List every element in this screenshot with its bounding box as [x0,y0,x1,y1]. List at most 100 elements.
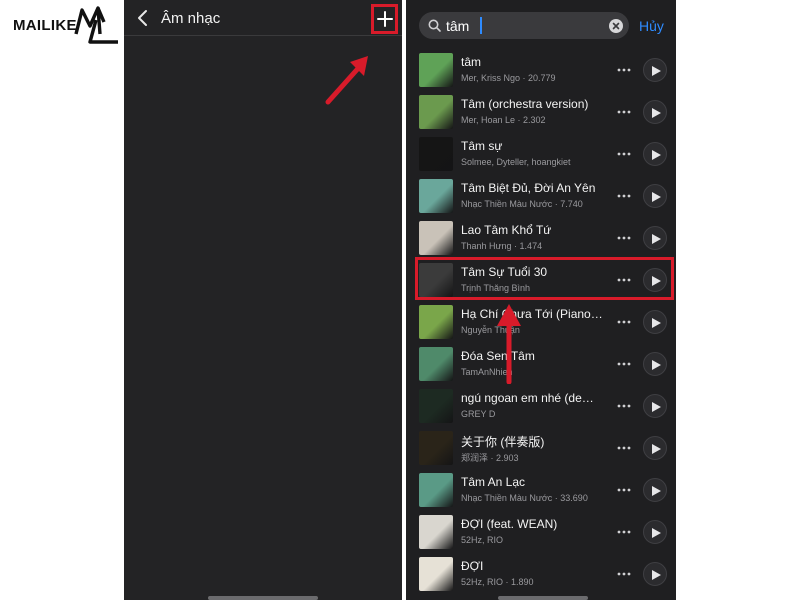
ellipsis-icon[interactable] [616,441,632,455]
ellipsis-icon[interactable] [616,399,632,413]
ellipsis-icon[interactable] [616,567,632,581]
album-art-thumbnail [419,221,453,255]
plus-icon[interactable] [377,11,393,27]
magnifier-icon [428,19,441,32]
play-icon [652,66,661,76]
song-artist-meta: Nhạc Thiền Màu Nước · 33.690 [461,493,588,503]
song-title: ngú ngoan em nhé (de… [461,391,594,405]
album-art-thumbnail [419,305,453,339]
song-row[interactable]: Tâm sự Solmee, Dyteller, hoangkiet [406,133,676,175]
album-art-thumbnail [419,473,453,507]
song-title: Lao Tâm Khổ Tứ [461,223,552,237]
play-icon [652,486,661,496]
play-button[interactable] [643,100,667,124]
home-indicator [208,596,318,600]
song-row[interactable]: Lao Tâm Khổ Tứ Thanh Hưng · 1.474 [406,217,676,259]
play-button[interactable] [643,394,667,418]
screenshot-canvas: MAILIKE Âm nhạc tâm Hủy tâm Mer, Kriss N… [0,0,800,600]
play-icon [652,318,661,328]
song-row[interactable]: tâm Mer, Kriss Ngo · 20.779 [406,49,676,91]
song-title: ĐỢI (feat. WEAN) [461,517,558,531]
play-button[interactable] [643,184,667,208]
play-icon [652,528,661,538]
play-button[interactable] [643,142,667,166]
album-art-thumbnail [419,515,453,549]
text-caret [480,17,482,34]
song-title: Hạ Chí Chưa Tới (Piano… [461,307,603,321]
ellipsis-icon[interactable] [616,189,632,203]
play-button[interactable] [643,310,667,334]
song-title: Tâm An Lạc [461,475,526,489]
song-artist-meta: 52Hz, RIO · 1.890 [461,577,534,587]
play-button[interactable] [643,562,667,586]
song-title: Tâm Biệt Đủ, Đời An Yên [461,181,596,195]
album-art-thumbnail [419,179,453,213]
song-title: tâm [461,55,482,69]
song-row[interactable]: Đóa Sen Tâm TamAnNhien [406,343,676,385]
music-header: Âm nhạc [124,0,402,36]
search-input[interactable] [446,17,596,35]
song-row[interactable]: Tâm An Lạc Nhạc Thiền Màu Nước · 33.690 [406,469,676,511]
arrow-to-highlighted-song [497,304,521,384]
song-artist-meta: Mer, Hoan Le · 2.302 [461,115,546,125]
arrow-to-add-button [325,56,368,105]
song-artist-meta: TamAnNhien [461,367,513,377]
song-row[interactable]: Tâm Biệt Đủ, Đời An Yên Nhạc Thiền Màu Nư… [406,175,676,217]
song-row[interactable]: ĐỢI (feat. WEAN) 52Hz, RIO [406,511,676,553]
ellipsis-icon[interactable] [616,315,632,329]
album-art-thumbnail [419,53,453,87]
play-button[interactable] [643,436,667,460]
ellipsis-icon[interactable] [616,63,632,77]
album-art-thumbnail [419,137,453,171]
ellipsis-icon[interactable] [616,483,632,497]
play-icon [652,150,661,160]
song-row[interactable]: Tâm (orchestra version) Mer, Hoan Le · 2.… [406,91,676,133]
right-phone-screen: Hủy tâm Mer, Kriss Ngo · 20.779 Tâm (orche… [406,0,676,600]
play-icon [652,402,661,412]
album-art-thumbnail [419,389,453,423]
cancel-button[interactable]: Hủy [639,18,664,34]
ellipsis-icon[interactable] [616,525,632,539]
song-title: Đóa Sen Tâm [461,349,535,363]
play-icon [652,192,661,202]
album-art-thumbnail [419,557,453,591]
play-button[interactable] [643,226,667,250]
song-artist-meta: 郑润泽 · 2.903 [461,453,519,463]
clear-x-icon[interactable] [609,19,623,33]
watermark-logo: MAILIKE [0,0,126,50]
play-button[interactable] [643,58,667,82]
play-button[interactable] [643,520,667,544]
play-icon [652,234,661,244]
play-icon [652,108,661,118]
album-art-thumbnail [419,95,453,129]
home-indicator [498,596,588,600]
ml-monogram-logo [74,6,118,44]
song-title: Tâm sự [461,139,503,153]
ellipsis-icon[interactable] [616,231,632,245]
song-row[interactable]: ngú ngoan em nhé (de… GREY D [406,385,676,427]
song-artist-meta: 52Hz, RIO [461,535,504,545]
song-artist-meta: GREY D [461,409,496,419]
song-artist-meta: Thanh Hưng · 1.474 [461,241,543,251]
song-artist-meta: Nguyễn Thuận [461,325,520,335]
play-button[interactable] [643,352,667,376]
play-button[interactable] [643,478,667,502]
song-row[interactable]: ĐỢI 52Hz, RIO · 1.890 [406,553,676,595]
song-title: Tâm (orchestra version) [461,97,589,111]
play-icon [652,570,661,580]
song-artist-meta: Nhạc Thiền Màu Nước · 7.740 [461,199,583,209]
song-row[interactable]: Hạ Chí Chưa Tới (Piano… Nguyễn Thuận [406,301,676,343]
song-artist-meta: Solmee, Dyteller, hoangkiet [461,157,571,167]
album-art-thumbnail [419,347,453,381]
highlighted-song-box [415,257,674,300]
song-artist-meta: Mer, Kriss Ngo · 20.779 [461,73,556,83]
ellipsis-icon[interactable] [616,105,632,119]
ellipsis-icon[interactable] [616,357,632,371]
play-icon [652,444,661,454]
add-music-button-highlight [371,4,398,34]
search-bar[interactable] [419,12,629,39]
album-art-thumbnail [419,431,453,465]
song-row[interactable]: 关于你 (伴奏版) 郑润泽 · 2.903 [406,427,676,469]
ellipsis-icon[interactable] [616,147,632,161]
chevron-left-icon[interactable] [136,9,150,27]
